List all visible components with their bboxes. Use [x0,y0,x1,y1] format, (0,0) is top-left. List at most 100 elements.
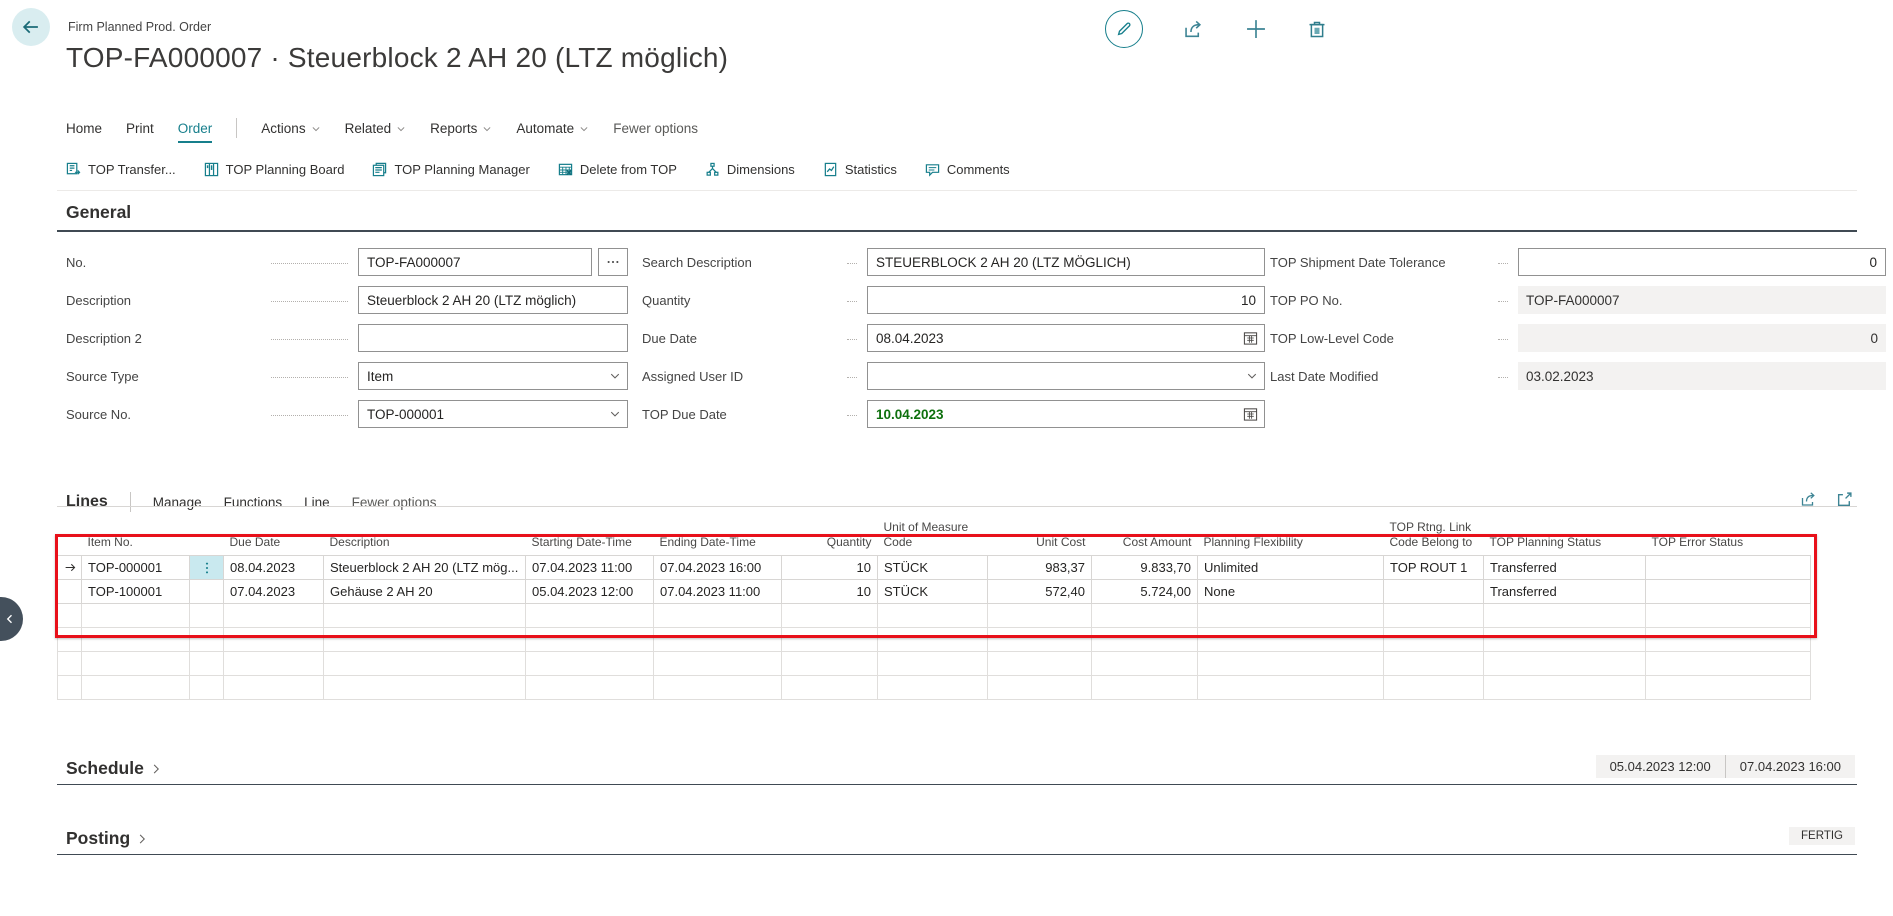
source-type-select[interactable] [358,362,628,390]
lines-menu-functions[interactable]: Functions [224,495,283,510]
col-description[interactable]: Description [324,518,526,556]
menu-home[interactable]: Home [66,121,102,136]
calendar-icon[interactable] [1243,407,1258,422]
empty-row[interactable] [58,676,1811,700]
cell-description[interactable]: Steuerblock 2 AH 20 (LTZ mög... [324,556,526,580]
lines-heading[interactable]: Lines [66,493,108,511]
panel-collapse-button[interactable] [0,597,23,641]
cell-top-planning-status[interactable]: Transferred [1484,556,1646,580]
no-assist-edit-button[interactable] [598,248,628,276]
search-description-input[interactable] [867,248,1265,276]
general-heading[interactable]: General [66,202,131,223]
cell-due-date[interactable]: 08.04.2023 [224,556,324,580]
schedule-heading[interactable]: Schedule [66,758,162,779]
cmd-top-transfer[interactable]: TOP Transfer... [66,162,176,177]
lines-menu-line[interactable]: Line [304,495,330,510]
menu-fewer-options[interactable]: Fewer options [613,121,698,136]
cell-uom[interactable]: STÜCK [878,580,988,604]
due-date-input[interactable] [867,324,1265,352]
lines-menu-manage[interactable]: Manage [153,495,202,510]
field-quantity: Quantity [642,286,1256,314]
share-button[interactable] [1183,18,1205,40]
col-cost-amount[interactable]: Cost Amount [1092,518,1198,556]
firm-planned-prod-order-page: Firm Planned Prod. Order TOP-FA000007 · … [0,0,1893,916]
cell-due-date[interactable]: 07.04.2023 [224,580,324,604]
cell-cost-amount[interactable]: 9.833,70 [1092,556,1198,580]
calendar-icon[interactable] [1243,331,1258,346]
col-item-no[interactable]: Item No. [82,518,190,556]
cell-cost-amount[interactable]: 5.724,00 [1092,580,1198,604]
col-ending-date-time[interactable]: Ending Date-Time [654,518,782,556]
menu-automate[interactable]: Automate [516,121,589,136]
empty-row[interactable] [58,628,1811,652]
cell-top-rtng-link[interactable] [1384,580,1484,604]
col-due-date[interactable]: Due Date [224,518,324,556]
top-due-date-input[interactable] [867,400,1265,428]
chevron-down-icon[interactable] [1246,370,1258,382]
cell-top-rtng-link[interactable]: TOP ROUT 1 [1384,556,1484,580]
empty-row[interactable] [58,652,1811,676]
field-source-type: Source Type [66,362,628,390]
posting-heading[interactable]: Posting [66,828,148,849]
col-top-rtng-link[interactable]: TOP Rtng. Link Code Belong to [1384,518,1484,556]
quantity-input[interactable] [867,286,1265,314]
cmd-top-planning-board[interactable]: TOP Planning Board [204,162,345,177]
col-planning-flexibility[interactable]: Planning Flexibility [1198,518,1384,556]
no-input[interactable] [358,248,592,276]
description-input[interactable] [358,286,628,314]
cell-uom[interactable]: STÜCK [878,556,988,580]
top-shipment-date-tolerance-input[interactable] [1518,248,1886,276]
menu-actions[interactable]: Actions [261,121,320,136]
col-top-error-status[interactable]: TOP Error Status [1646,518,1811,556]
row-menu-header [190,518,224,556]
description-2-input[interactable] [358,324,628,352]
row-options-button[interactable] [190,556,224,580]
edit-button[interactable] [1105,10,1143,48]
cell-unit-cost[interactable]: 572,40 [988,580,1092,604]
cell-unit-cost[interactable]: 983,37 [988,556,1092,580]
cell-quantity[interactable]: 10 [782,556,878,580]
chevron-down-icon[interactable] [609,370,621,382]
cell-quantity[interactable]: 10 [782,580,878,604]
cell-item-no[interactable]: TOP-000001 [82,556,190,580]
menu-related[interactable]: Related [345,121,407,136]
cell-starting[interactable]: 07.04.2023 11:00 [526,556,654,580]
cmd-dimensions[interactable]: Dimensions [705,162,795,177]
new-button[interactable] [1245,18,1267,40]
menu-reports[interactable]: Reports [430,121,492,136]
menu-order[interactable]: Order [178,121,213,136]
assigned-user-id-select[interactable] [867,362,1265,390]
cell-planning-flexibility[interactable]: Unlimited [1198,556,1384,580]
cmd-top-planning-manager[interactable]: TOP Planning Manager [372,162,529,177]
source-no-select[interactable] [358,400,628,428]
delete-button[interactable] [1307,19,1327,39]
cell-description[interactable]: Gehäuse 2 AH 20 [324,580,526,604]
row-options-cell[interactable] [190,580,224,604]
table-row: TOP-000001 08.04.2023 Steuerblock 2 AH 2… [58,556,1811,580]
back-button[interactable] [12,8,50,46]
chevron-down-icon[interactable] [609,408,621,420]
cell-item-no[interactable]: TOP-100001 [82,580,190,604]
cell-ending[interactable]: 07.04.2023 16:00 [654,556,782,580]
col-unit-of-measure-code[interactable]: Unit of Measure Code [878,518,988,556]
col-starting-date-time[interactable]: Starting Date-Time [526,518,654,556]
cell-top-error-status[interactable] [1646,556,1811,580]
cell-starting[interactable]: 05.04.2023 12:00 [526,580,654,604]
col-quantity[interactable]: Quantity [782,518,878,556]
empty-row[interactable] [58,604,1811,628]
pencil-icon [1115,20,1133,38]
menu-print[interactable]: Print [126,121,154,136]
cell-ending[interactable]: 07.04.2023 11:00 [654,580,782,604]
field-top-po-no: TOP PO No. TOP-FA000007 [1270,286,1886,314]
current-row-indicator [58,556,82,580]
lines-menu-fewer-options[interactable]: Fewer options [352,495,437,510]
cell-planning-flexibility[interactable]: None [1198,580,1384,604]
cmd-comments[interactable]: Comments [925,162,1010,177]
cmd-statistics[interactable]: Statistics [823,162,897,177]
col-unit-cost[interactable]: Unit Cost [988,518,1092,556]
cmd-delete-from-top[interactable]: Delete from TOP [558,162,677,177]
col-top-planning-status[interactable]: TOP Planning Status [1484,518,1646,556]
dotted-leader [271,365,348,378]
cell-top-error-status[interactable] [1646,580,1811,604]
cell-top-planning-status[interactable]: Transferred [1484,580,1646,604]
